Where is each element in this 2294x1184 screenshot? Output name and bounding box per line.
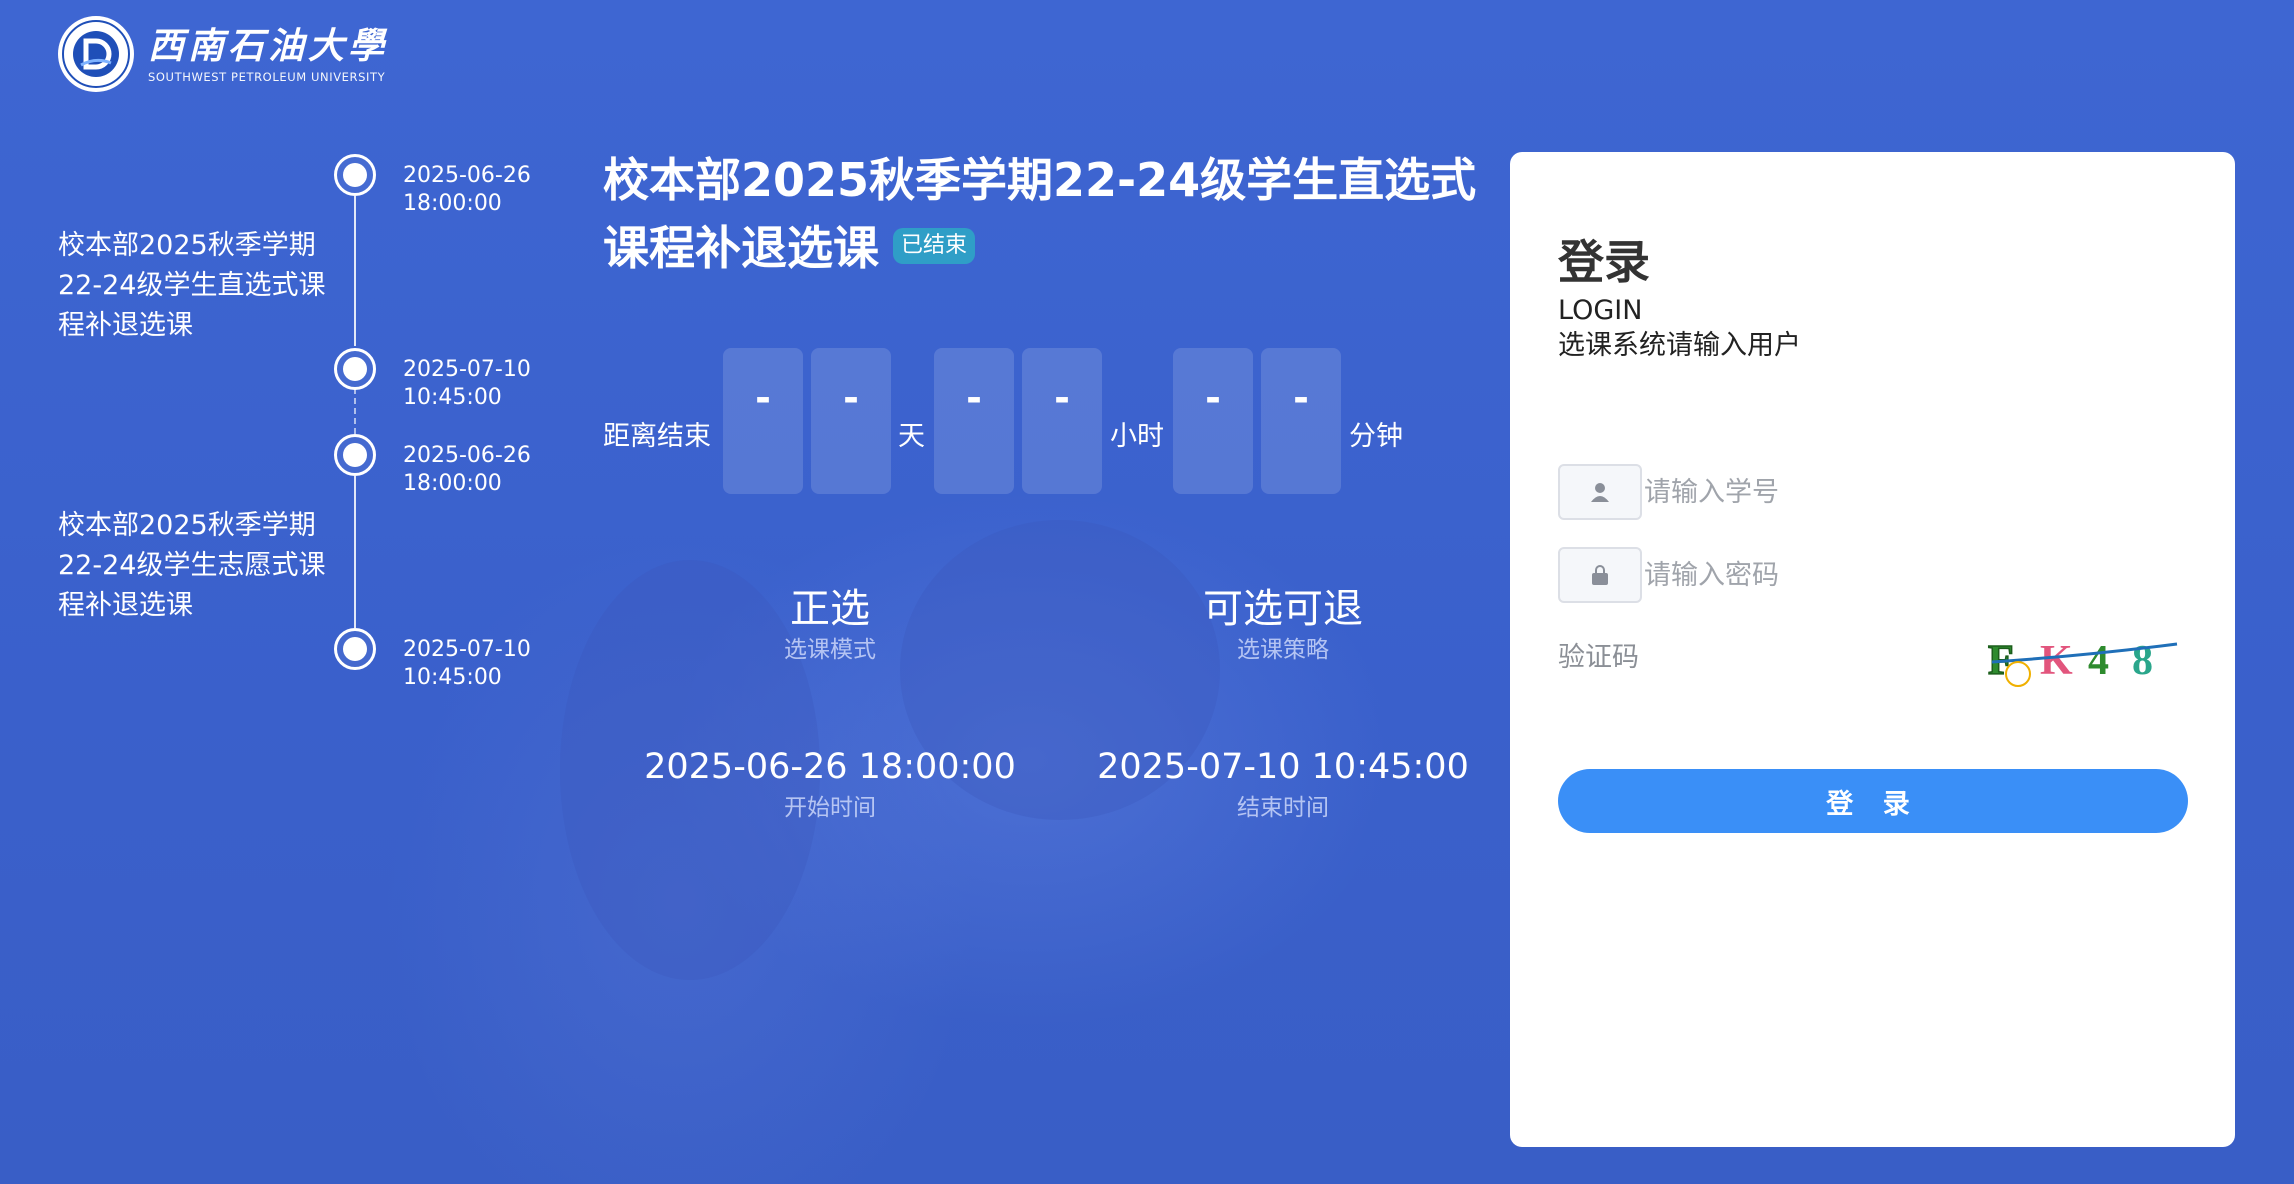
- password-field: [1558, 547, 2188, 607]
- end-time-label: 结束时间: [1237, 795, 1329, 821]
- course-title: 校本部2025秋季学期22-24级学生直选式课程补退选课 已结束: [603, 146, 1503, 282]
- timeline-node-start[interactable]: [334, 434, 376, 476]
- university-logo: 西南石油大學 SOUTHWEST PETROLEUM UNIVERSITY: [58, 16, 388, 92]
- start-time-value: 2025-06-26 18:00:00: [644, 747, 1016, 787]
- university-emblem-icon: [58, 16, 134, 92]
- selection-strategy-value: 可选可退: [1203, 586, 1363, 632]
- timeline-node-end[interactable]: [334, 348, 376, 390]
- captcha-char: 8: [2132, 638, 2153, 684]
- password-input[interactable]: [1640, 547, 2186, 603]
- end-time-value: 2025-07-10 10:45:00: [1097, 747, 1469, 787]
- timeline-divider: [354, 388, 356, 434]
- timeline-line: [354, 196, 356, 346]
- start-time-label: 开始时间: [784, 795, 876, 821]
- timeline-line: [354, 476, 356, 628]
- selection-mode-label: 选课模式: [784, 637, 876, 663]
- countdown-minute-digit: -: [1261, 348, 1341, 494]
- timeline-start-date: 2025-06-26 18:00:00: [403, 443, 531, 496]
- countdown-hour-unit: 小时: [1110, 421, 1164, 452]
- user-icon: [1558, 464, 1642, 520]
- countdown-day-digit: -: [723, 348, 803, 494]
- timeline-start-date: 2025-06-26 18:00:00: [403, 163, 531, 216]
- countdown-minute-unit: 分钟: [1349, 421, 1403, 452]
- login-subtitle-en: LOGIN: [1558, 295, 1643, 326]
- timeline-item-title[interactable]: 校本部2025秋季学期22-24级学生直选式课程补退选课: [58, 226, 338, 346]
- login-panel: 登录 LOGIN 选课系统请输入用户 验证码 F K 4 8: [1510, 152, 2235, 1147]
- selection-strategy-label: 选课策略: [1237, 637, 1329, 663]
- countdown-hour-digit: -: [1022, 348, 1102, 494]
- countdown-minute-digit: -: [1173, 348, 1253, 494]
- start-time: 2025-06-26 18:00:00 开始时间: [620, 742, 1040, 824]
- username-field: [1558, 464, 2188, 524]
- timeline-end-date: 2025-07-10 10:45:00: [403, 357, 531, 410]
- countdown-day-unit: 天: [898, 421, 925, 452]
- end-time: 2025-07-10 10:45:00 结束时间: [1073, 742, 1493, 824]
- login-subtitle-cn: 选课系统请输入用户: [1558, 330, 1801, 361]
- selection-mode-value: 正选: [790, 586, 870, 632]
- timeline-end-date: 2025-07-10 10:45:00: [403, 637, 531, 690]
- login-button[interactable]: 登 录: [1558, 769, 2188, 833]
- status-badge: 已结束: [893, 227, 976, 264]
- timeline-node-start[interactable]: [334, 154, 376, 196]
- lock-icon: [1558, 547, 1642, 603]
- selection-strategy: 可选可退 选课策略: [1073, 584, 1493, 666]
- countdown-label: 距离结束: [603, 421, 711, 452]
- login-title: 登录: [1558, 235, 1650, 289]
- selection-mode: 正选 选课模式: [620, 584, 1040, 666]
- captcha-label: 验证码: [1558, 642, 1639, 673]
- timeline-item-title[interactable]: 校本部2025秋季学期22-24级学生志愿式课程补退选课: [58, 506, 338, 626]
- username-input[interactable]: [1640, 464, 2186, 520]
- countdown-hour-digit: -: [934, 348, 1014, 494]
- logo-chinese-name: 西南石油大學: [148, 25, 389, 67]
- logo-english-name: SOUTHWEST PETROLEUM UNIVERSITY: [148, 70, 386, 84]
- timeline-node-end[interactable]: [334, 628, 376, 670]
- course-title-text: 校本部2025秋季学期22-24级学生直选式课程补退选课: [603, 153, 1477, 275]
- captcha-char: 4: [2088, 638, 2109, 684]
- captcha-image[interactable]: F K 4 8: [1982, 630, 2192, 690]
- countdown-day-digit: -: [811, 348, 891, 494]
- captcha-char: K: [2040, 638, 2073, 684]
